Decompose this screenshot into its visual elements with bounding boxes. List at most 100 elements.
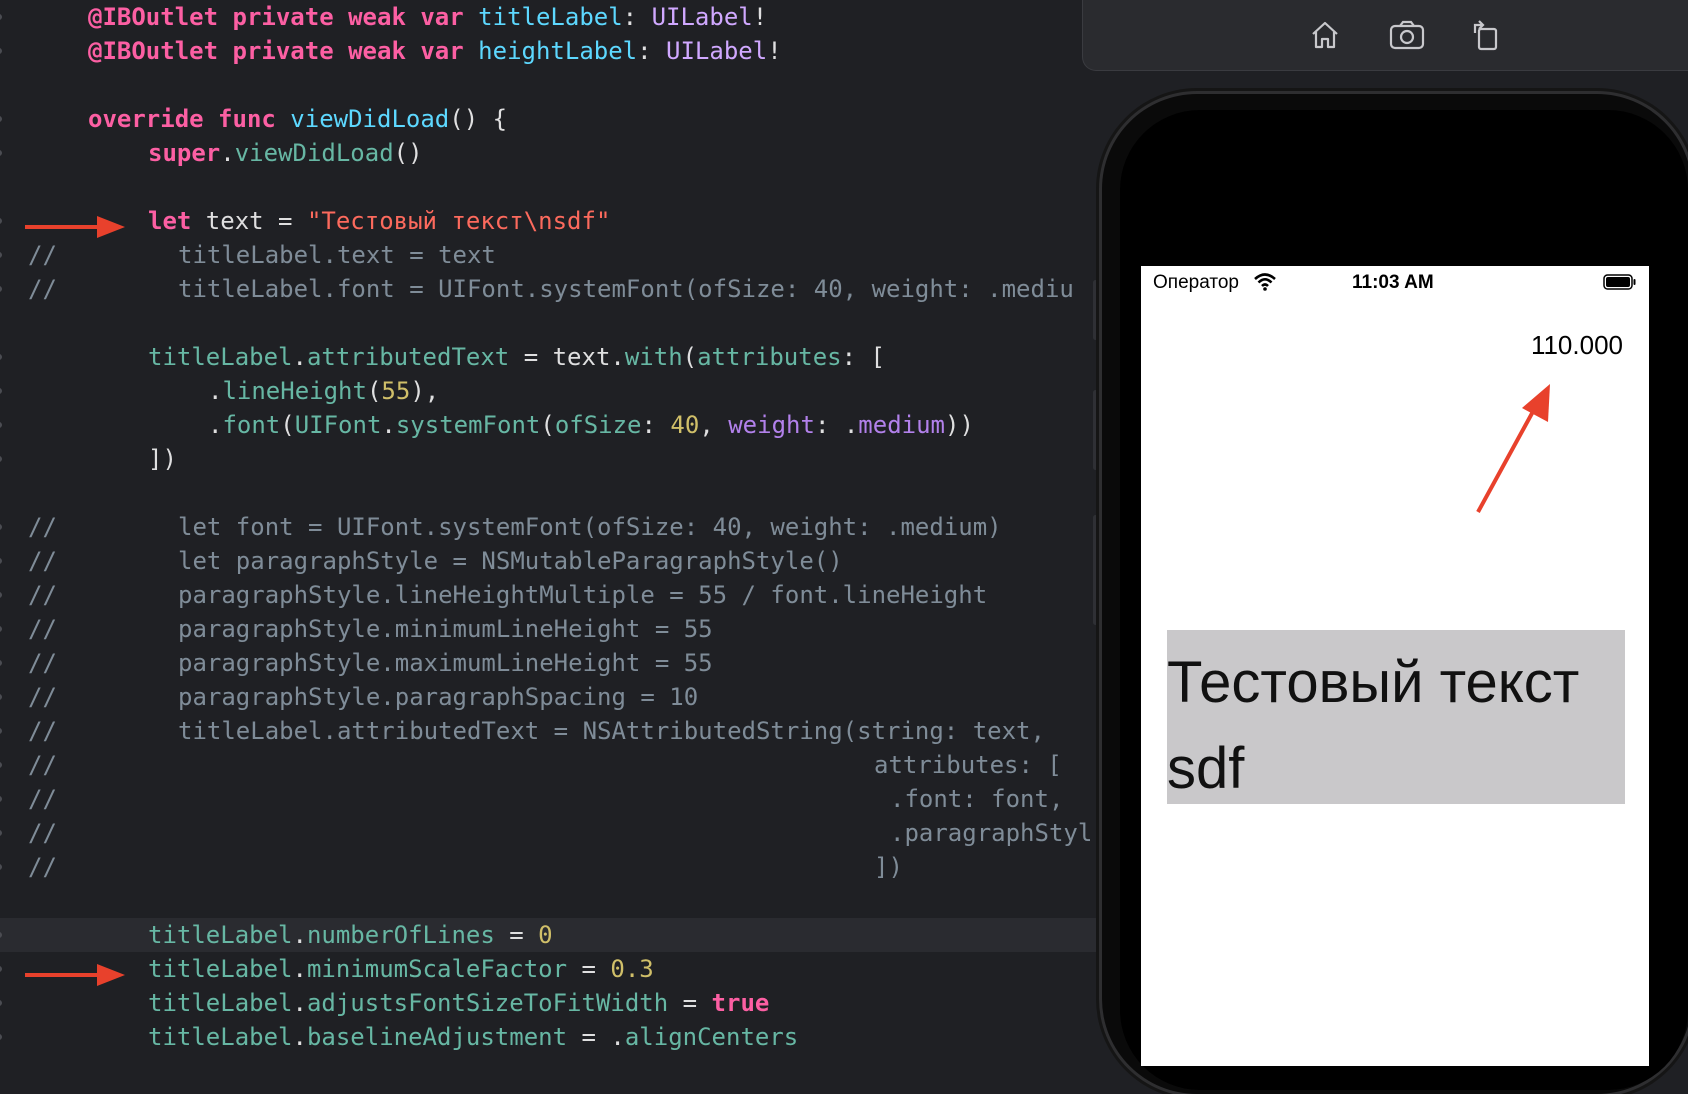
comment-marker: //: [28, 853, 57, 881]
gutter-marker[interactable]: [0, 864, 2, 870]
code-token: .: [292, 989, 307, 1017]
code-text: titleLabel.text = text: [178, 238, 496, 272]
code-line[interactable]: @IBOutlet private weak var titleLabel: U…: [0, 0, 1100, 34]
code-text: paragraphStyle.paragraphSpacing = 10: [178, 680, 698, 714]
simulator-toolbar: [1082, 0, 1688, 71]
code-token: paragraphStyle.paragraphSpacing = 10: [178, 683, 699, 711]
code-line[interactable]: // titleLabel.font = UIFont.systemFont(of…: [0, 272, 1100, 306]
code-token: : [: [841, 343, 885, 371]
gutter-marker[interactable]: [0, 116, 2, 122]
gutter-marker[interactable]: [0, 762, 2, 768]
code-line[interactable]: // paragraphStyle.paragraphSpacing = 10: [0, 680, 1100, 714]
code-line[interactable]: // paragraphStyle.lineHeightMultiple = 55…: [0, 578, 1100, 612]
code-line[interactable]: .lineHeight(55),: [0, 374, 1100, 408]
gutter-marker[interactable]: [0, 456, 2, 462]
code-line[interactable]: @IBOutlet private weak var heightLabel: …: [0, 34, 1100, 68]
title-label-text: Тестовый текст sdf: [1167, 650, 1580, 801]
code-token: "Тестовый текст\nsdf": [306, 207, 611, 235]
code-text: titleLabel.adjustsFontSizeToFitWidth = t…: [148, 986, 769, 1020]
code-text: .lineHeight(55),: [208, 374, 439, 408]
gutter-marker[interactable]: [0, 966, 2, 972]
gutter-marker[interactable]: [0, 558, 2, 564]
gutter-marker[interactable]: [0, 932, 2, 938]
scroll-marker: [1093, 515, 1098, 625]
code-line[interactable]: // .paragraphStyl: [0, 816, 1100, 850]
gutter-marker[interactable]: [0, 830, 2, 836]
code-line[interactable]: titleLabel.numberOfLines = 0: [0, 918, 1100, 952]
code-token: titleLabel: [148, 1023, 293, 1051]
gutter-marker[interactable]: [0, 48, 2, 54]
code-line[interactable]: // titleLabel.text = text: [0, 238, 1100, 272]
gutter-marker[interactable]: [0, 1034, 2, 1040]
gutter-marker[interactable]: [0, 218, 2, 224]
code-line[interactable]: // attributes: [: [0, 748, 1100, 782]
code-text: let text = "Тестовый текст\nsdf": [148, 204, 610, 238]
gutter-marker[interactable]: [0, 796, 2, 802]
code-text: .font(UIFont.systemFont(ofSize: 40, weig…: [208, 408, 974, 442]
gutter-marker[interactable]: [0, 660, 2, 666]
gutter-marker[interactable]: [0, 150, 2, 156]
code-text: titleLabel.attributedText = NSAttributed…: [178, 714, 1045, 748]
height-label: 110.000: [1530, 330, 1623, 360]
code-line[interactable]: // titleLabel.attributedText = NSAttribut…: [0, 714, 1100, 748]
code-line[interactable]: titleLabel.attributedText = text.with(at…: [0, 340, 1100, 374]
code-token: viewDidLoad: [234, 139, 394, 167]
code-line[interactable]: //]): [0, 850, 1100, 884]
rotate-icon[interactable]: [1463, 16, 1507, 54]
code-line[interactable]: // let paragraphStyle = NSMutableParagrap…: [0, 544, 1100, 578]
gutter-marker[interactable]: [0, 728, 2, 734]
comment-marker: //: [28, 615, 57, 643]
gutter-marker[interactable]: [0, 524, 2, 530]
code-line[interactable]: // let font = UIFont.systemFont(ofSize: 4…: [0, 510, 1100, 544]
code-token: systemFont: [395, 411, 541, 439]
code-token: paragraphStyle.minimumLineHeight = 55: [178, 615, 713, 643]
title-label: Тестовый текст sdf: [1167, 630, 1625, 804]
home-icon[interactable]: [1303, 16, 1347, 54]
code-text: override func viewDidLoad() {: [88, 102, 507, 136]
comment-marker: //: [28, 819, 57, 847]
code-line[interactable]: super.viewDidLoad(): [0, 136, 1100, 170]
code-token: .: [208, 377, 223, 405]
gutter-marker[interactable]: [0, 694, 2, 700]
code-line[interactable]: ]): [0, 442, 1100, 476]
code-line[interactable]: titleLabel.baselineAdjustment = .alignCe…: [0, 1020, 1100, 1054]
code-token: let: [148, 207, 192, 235]
code-text: titleLabel.attributedText = text.with(at…: [148, 340, 885, 374]
code-line[interactable]: .font(UIFont.systemFont(ofSize: 40, weig…: [0, 408, 1100, 442]
gutter-marker[interactable]: [0, 354, 2, 360]
code-line[interactable]: titleLabel.minimumScaleFactor = 0.3: [0, 952, 1100, 986]
code-line[interactable]: override func viewDidLoad() {: [0, 102, 1100, 136]
code-token: attributedText: [306, 343, 510, 371]
gutter-marker[interactable]: [0, 592, 2, 598]
gutter-marker[interactable]: [0, 286, 2, 292]
gutter-marker[interactable]: [0, 14, 2, 20]
screenshot-icon[interactable]: [1385, 16, 1429, 54]
device-screen[interactable]: Оператор 11:03 AM 110.000 Тестовый текст…: [1141, 266, 1649, 1066]
carrier-label: Оператор: [1153, 272, 1239, 293]
gutter-marker[interactable]: [0, 422, 2, 428]
code-line[interactable]: // paragraphStyle.minimumLineHeight = 55: [0, 612, 1100, 646]
code-editor[interactable]: @IBOutlet private weak var titleLabel: U…: [0, 0, 1100, 1066]
code-token: ),: [410, 377, 440, 405]
gutter-marker[interactable]: [0, 388, 2, 394]
code-token: func: [218, 105, 276, 133]
code-line[interactable]: // paragraphStyle.maximumLineHeight = 55: [0, 646, 1100, 680]
code-line[interactable]: let text = "Тестовый текст\nsdf": [0, 204, 1100, 238]
gutter-marker[interactable]: [0, 252, 2, 258]
code-token: UILabel: [651, 3, 753, 31]
code-token: let paragraphStyle = NSMutableParagraphS…: [178, 547, 843, 575]
code-line[interactable]: // .font: font,: [0, 782, 1100, 816]
gutter-marker[interactable]: [0, 1000, 2, 1006]
code-token: .: [381, 411, 396, 439]
code-text: ]): [148, 442, 177, 476]
code-token: (: [280, 411, 295, 439]
code-text: paragraphStyle.lineHeightMultiple = 55 /…: [178, 578, 987, 612]
code-text: .font: font,: [890, 782, 1063, 816]
code-line[interactable]: titleLabel.adjustsFontSizeToFitWidth = t…: [0, 986, 1100, 1020]
gutter-marker[interactable]: [0, 626, 2, 632]
